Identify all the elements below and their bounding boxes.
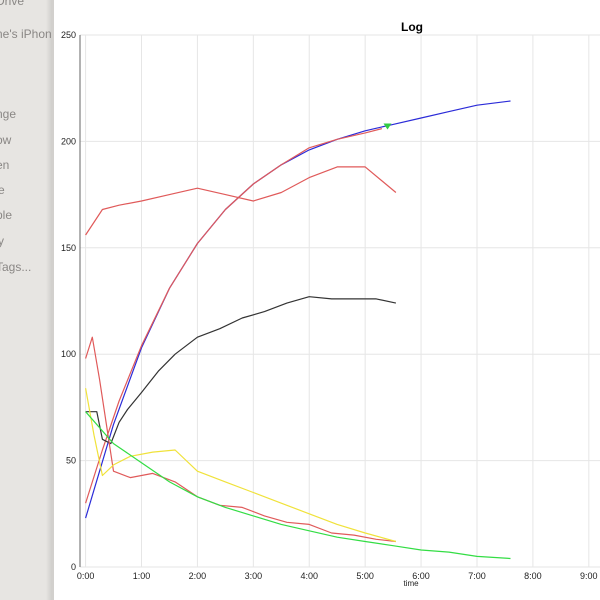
- x-axis-label: time: [403, 579, 419, 588]
- sidebar-item-drive[interactable]: d Drive: [0, 0, 24, 8]
- y-tick-label: 0: [71, 562, 76, 572]
- x-tick-label: 1:00: [133, 571, 151, 581]
- x-tick-label: 9:00: [580, 571, 598, 581]
- x-tick-label: 5:00: [356, 571, 374, 581]
- x-tick-label: 3:00: [245, 571, 263, 581]
- sidebar-item-tag-orange[interactable]: nge: [0, 107, 16, 121]
- series-line-6: [85, 388, 397, 543]
- sidebar-item-tag-blue[interactable]: e: [0, 183, 5, 197]
- series-line-1: [85, 100, 511, 519]
- x-tick-label: 4:00: [300, 571, 318, 581]
- sidebar-item-tag-green[interactable]: en: [0, 158, 9, 172]
- y-tick-label: 250: [61, 30, 76, 40]
- chart-grid: [80, 34, 600, 568]
- y-tick-label: 200: [61, 136, 76, 146]
- series-line-3: [85, 166, 397, 236]
- sidebar-item-all-tags[interactable]: Tags...: [0, 260, 31, 274]
- y-tick-label: 50: [66, 456, 76, 466]
- x-tick-label: 7:00: [468, 571, 486, 581]
- sidebar-item-tag-red[interactable]: l: [0, 82, 1, 96]
- x-tick-label: 0:00: [77, 571, 95, 581]
- sidebar-item-iphone[interactable]: ome's iPhone: [0, 27, 52, 41]
- y-tick-label: 150: [61, 243, 76, 253]
- sidebar-item-tag-gray[interactable]: y: [0, 234, 4, 248]
- chart-title: Log: [401, 20, 423, 34]
- series-line-7: [85, 411, 511, 560]
- y-tick-label: 100: [61, 349, 76, 359]
- chart-series: [85, 100, 511, 560]
- sidebar-item-tag-purple[interactable]: ple: [0, 208, 12, 222]
- log-chart: 0501001502002500:00 1:00 2:00 3:00 4:00 5:00 6…: [61, 20, 600, 588]
- x-tick-label: 8:00: [524, 571, 542, 581]
- x-tick-label: 2:00: [189, 571, 207, 581]
- finder-sidebar: d Drive ome's iPhone l nge ow en e ple y…: [0, 0, 53, 600]
- series-line-2: [85, 128, 383, 504]
- sidebar-item-tag-yellow[interactable]: ow: [0, 133, 11, 147]
